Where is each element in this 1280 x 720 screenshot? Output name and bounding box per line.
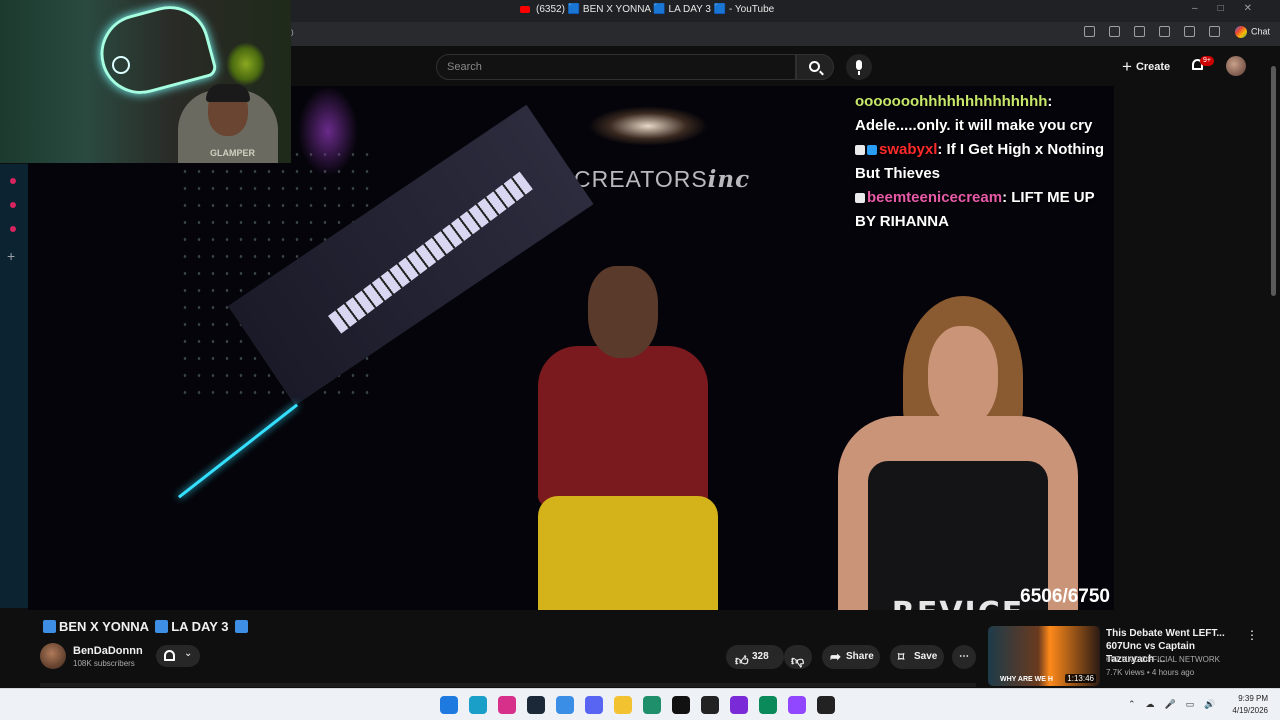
side-panel-dot[interactable] [10,226,16,232]
instagram-icon[interactable] [498,696,516,714]
copilot-icon [1234,26,1247,38]
more-icon[interactable]: ⋮ [1246,628,1258,642]
favorites-icon[interactable] [1159,26,1170,37]
chat-overlay: ooooooohhhhhhhhhhhhhh: Adele.....only. i… [855,90,1105,234]
taskbar-apps [440,696,835,714]
subscriber-count: 108K subscribers [73,659,135,668]
save-button[interactable]: ⌑ Save [890,645,944,669]
extensions-icon[interactable] [1134,26,1145,37]
bell-icon [164,650,175,661]
edge-icon[interactable] [469,696,487,714]
share-icon: ➦ [830,649,841,664]
chat-message: beemteenicecream: LIFT ME UP BY RIHANNA [855,189,1095,230]
youtube-favicon-icon [520,5,530,13]
save-icon: ⌑ [898,650,905,664]
streamer-shirt-text: GLAMPER [210,148,255,158]
ceiling-light [588,106,708,146]
chat-username: swabyxl [879,141,938,158]
scrollbar[interactable] [1268,46,1280,688]
blue-square-icon [235,620,249,633]
file-explorer-icon[interactable] [614,696,632,714]
twitch-icon[interactable] [788,696,806,714]
chat-text: Adele.....only. it will make you cry [855,117,1093,134]
ring-light [112,56,130,74]
channel-name[interactable]: BenDaDonnn [73,645,143,657]
recommendation-meta: 7.7K views • 4 hours ago [1106,668,1195,677]
leaf-sign [226,42,266,86]
more-actions-button[interactable]: ⋯ [952,645,976,669]
tiktok-icon[interactable] [672,696,690,714]
call-of-duty-icon[interactable] [817,696,835,714]
webcam-overlay: GLAMPER [0,0,291,163]
account-avatar[interactable] [1226,56,1246,76]
windows-start-icon[interactable] [440,696,458,714]
channel-avatar[interactable] [40,643,66,669]
badge-icon [855,193,865,203]
like-icon: 👍︎ [735,653,749,668]
copilot-chat-button[interactable]: Chat [1234,26,1270,38]
chat-username: beemteenicecream [867,189,1003,206]
like-button[interactable]: 👍︎ 328 [726,645,784,669]
system-tray[interactable]: ⌃☁🎤▭🔊 [1128,699,1225,710]
description-edge [40,683,976,687]
profile-icon[interactable] [1184,26,1195,37]
performer-male [498,266,748,610]
blue-square-icon [155,620,169,633]
side-panel-dot[interactable] [10,178,16,184]
app-icon[interactable] [759,696,777,714]
badge-icon [855,145,865,155]
dislike-button[interactable]: 👎︎ [784,645,812,669]
discord-icon[interactable] [585,696,603,714]
steam-icon[interactable] [527,696,545,714]
add-icon[interactable]: + [7,248,15,264]
shirt-text: REVICE [878,596,1038,610]
apps-icon[interactable] [1084,26,1095,37]
chat-username: ooooooohhhhhhhhhhhhhh [855,93,1048,110]
app-icon[interactable] [556,696,574,714]
app-icon[interactable] [730,696,748,714]
search-icon [809,61,820,72]
chevron-down-icon: ⌄ [184,648,193,659]
side-panel: + [0,164,28,608]
streamer-cap [206,84,250,102]
subscription-bell-button[interactable]: ⌄ [156,645,200,667]
neon-sign [91,0,219,103]
voice-search-button[interactable] [846,54,872,80]
plus-icon: + [1122,57,1132,76]
video-title: BEN X YONNA LA DAY 3 [40,619,251,634]
thumbnail-caption: WHY ARE WE H [1000,676,1053,683]
recommendation-thumbnail[interactable]: WHY ARE WE H 1:13:46 [988,626,1100,686]
search-button[interactable] [796,54,834,80]
tab-title: (6352) 🟦 BEN X YONNA 🟦 LA DAY 3 🟦 - YouT… [536,4,775,15]
menu-icon[interactable] [1209,26,1220,37]
search-input[interactable]: Search [436,54,796,80]
window-controls[interactable]: –□✕ [1192,3,1272,14]
studio-logo: CREATORSinc [574,166,751,193]
chat-message: swabyxl: If I Get High x Nothing But Thi… [855,141,1105,182]
chat-message: ooooooohhhhhhhhhhhhhh: Adele.....only. i… [855,93,1093,134]
song-counter: 6506/6750 [1020,586,1110,607]
blue-square-icon [43,620,56,633]
scrollbar-thumb[interactable] [1271,66,1276,296]
side-panel-dot[interactable] [10,202,16,208]
neon-glow [298,86,358,176]
create-button[interactable]: + Create [1116,54,1176,80]
favorite-star-icon[interactable] [1109,26,1120,37]
windows-taskbar: ⌃☁🎤▭🔊 9:39 PM 4/19/2026 [0,688,1280,720]
recommendation-channel[interactable]: 607 UNC OFFICIAL NETWORK [1106,655,1220,664]
cyan-light-strip [178,403,299,499]
browser-toolbar-icons [1084,26,1220,37]
call-of-duty-icon[interactable] [701,696,719,714]
system-clock[interactable]: 9:39 PM 4/19/2026 [1226,693,1268,717]
search-placeholder: Search [447,61,482,73]
badge-icon [867,145,877,155]
share-button[interactable]: ➦ Share [822,645,880,669]
browser-tab[interactable]: (6352) 🟦 BEN X YONNA 🟦 LA DAY 3 🟦 - YouT… [520,4,774,15]
dislike-icon: 👎︎ [791,653,805,668]
more-icon: ⋯ [959,651,969,662]
video-duration: 1:13:46 [1065,674,1096,683]
app-icon[interactable] [643,696,661,714]
performer-female: REVICE [808,296,1114,610]
notification-badge: 9+ [1200,56,1214,66]
